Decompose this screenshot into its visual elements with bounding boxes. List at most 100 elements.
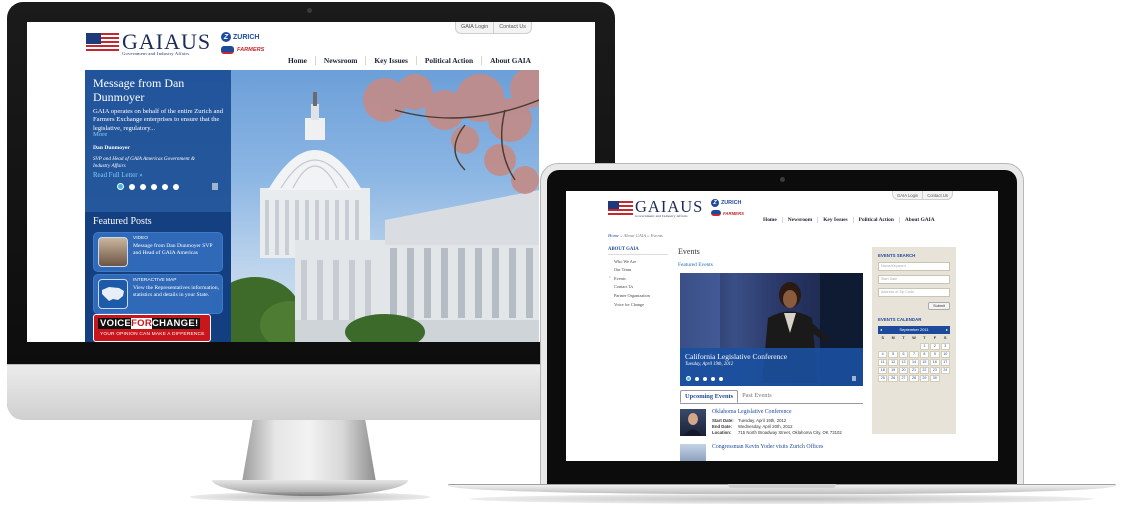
slide-dot[interactable] [151,183,157,190]
start-date-input[interactable]: Start Date [878,275,950,284]
calendar-day[interactable]: 5 [888,351,898,358]
calendar-day[interactable]: 14 [909,359,919,366]
calendar-day[interactable]: 23 [930,367,940,374]
nav-home[interactable]: Home [280,56,315,65]
nav-political-action[interactable]: Political Action [852,217,899,223]
left-nav-item-voice-for-change[interactable]: Voice for Change [608,302,668,307]
slide-dot[interactable] [173,183,179,190]
event-title[interactable]: Congressman Kevin Yoder visits Zurich Of… [712,444,823,450]
nav-newsroom[interactable]: Newsroom [314,56,366,65]
read-full-letter-link[interactable]: Read Full Letter » [93,172,143,179]
slide-dot[interactable] [162,183,168,190]
event-title[interactable]: Oklahoma Legislative Conference [712,409,792,415]
pause-icon[interactable] [212,183,218,190]
calendar-day[interactable]: 13 [898,359,909,366]
chevron-left-icon[interactable]: ◂ [880,326,882,334]
calendar-day[interactable]: 8 [919,351,930,358]
calendar-day[interactable]: 11 [878,359,888,366]
slide-dot[interactable] [719,376,723,381]
calendar-day[interactable]: 19 [888,367,898,374]
event-start-value: Tuesday, April 19th, 2012 [738,418,787,423]
calendar-day[interactable]: 18 [878,367,888,374]
calendar-day[interactable]: 21 [909,367,919,374]
calendar-day[interactable]: 7 [909,351,919,358]
calendar-empty-cell [899,343,908,350]
gaia-login-link[interactable]: GAIA Login [893,191,924,199]
calendar-day[interactable]: 17 [940,359,950,366]
gaia-login-link[interactable]: GAIA Login [456,22,495,33]
laptop-shadow [470,494,1094,504]
featured-posts-title: Featured Posts [93,216,152,227]
calendar-day[interactable]: 25 [878,375,888,382]
left-nav-item-who-we-are[interactable]: Who We Are [608,259,668,264]
chevron-right-icon[interactable]: ▸ [946,326,948,334]
featured-post-map[interactable]: INTERACTIVE MAP View the Representatives… [93,274,223,314]
nav-key-issues[interactable]: Key Issues [817,217,852,223]
search-submit-button[interactable]: Submit [928,302,950,310]
calendar-day[interactable]: 26 [888,375,898,382]
calendar-day[interactable]: 30 [930,375,940,382]
calendar-day[interactable]: 27 [898,375,909,382]
zip-code-input[interactable]: Address or Zip Code [878,288,950,297]
calendar-day[interactable]: 4 [878,351,888,358]
nav-about-gaia[interactable]: About GAIA [898,217,940,223]
slide-dot[interactable] [695,376,699,381]
keyword-input[interactable]: Name/Keyword [878,262,950,271]
left-nav-item-our-team[interactable]: Our Team [608,267,668,272]
pause-icon[interactable] [852,376,856,381]
breadcrumb-home[interactable]: Home [608,233,619,238]
event-list-item[interactable]: Congressman Kevin Yoder visits Zurich Of… [680,444,863,461]
nav-about-gaia[interactable]: About GAIA [481,56,539,65]
event-list-item[interactable]: Oklahoma Legislative Conference Start Da… [680,409,863,439]
calendar-day[interactable]: 2 [930,343,940,350]
hero-slide-dots [117,183,179,190]
us-map-icon [98,279,128,309]
calendar-weekday: M [891,336,895,340]
contact-us-link[interactable]: Contact Us [494,22,531,33]
calendar-day[interactable]: 29 [919,375,930,382]
calendar-day[interactable]: 15 [919,359,930,366]
zurich-label: ZURICH [233,33,260,41]
left-nav-item-events[interactable]: Events [608,275,668,281]
nav-newsroom[interactable]: Newsroom [781,217,817,223]
double-chevron-right-icon: » [139,172,143,179]
event-start-label: Start Date: [712,418,734,423]
hero-more-link[interactable]: More [93,131,107,138]
featured-posts: Featured Posts VIDEO Message from Dan Du… [85,212,231,342]
zurich-logo: Z ZURICH [711,199,741,207]
calendar-day[interactable]: 28 [909,375,919,382]
slide-dot[interactable] [117,183,124,190]
featured-post-video[interactable]: VIDEO Message from Dan Dunmoyer SVP and … [93,232,223,272]
calendar-day[interactable]: 16 [930,359,940,366]
featured-post-type: VIDEO [133,236,148,241]
tab-past-events[interactable]: Past Events [738,390,776,403]
calendar-weekday: T [923,336,926,340]
voice-for-change-banner[interactable]: VOICEFORCHANGE! YOUR OPINION CAN MAKE A … [93,314,211,342]
slide-dot[interactable] [140,183,146,190]
calendar-day[interactable]: 24 [940,367,950,374]
main-nav: Home Newsroom Key Issues Political Actio… [758,217,940,223]
calendar-day[interactable]: 20 [898,367,909,374]
nav-home[interactable]: Home [758,217,782,223]
slide-dot[interactable] [129,183,135,190]
left-nav-item-contact-us[interactable]: Contact Us [608,284,668,289]
calendar-day[interactable]: 6 [898,351,909,358]
calendar-day[interactable]: 22 [919,367,930,374]
calendar-day[interactable]: 1 [919,343,930,350]
events-calendar-heading: EVENTS CALENDAR [878,317,922,322]
calendar-day[interactable]: 9 [930,351,940,358]
calendar-day[interactable]: 12 [888,359,898,366]
events-tabs: Upcoming Events Past Events [680,390,863,404]
calendar-day[interactable]: 10 [940,351,950,358]
nav-political-action[interactable]: Political Action [415,56,481,65]
left-nav-item-partner-organization[interactable]: Partner Organization [608,293,668,298]
calendar-grid: S M T W T F S 1 2 3 4 5 6 7 8 9 10 11 12 13 14 15 16 17 18 19 20 21… [878,335,950,382]
tab-upcoming-events[interactable]: Upcoming Events [680,390,739,403]
slide-dot[interactable] [703,376,707,381]
contact-us-link[interactable]: Contact Us [923,191,952,199]
calendar-day[interactable]: 3 [940,343,950,350]
nav-key-issues[interactable]: Key Issues [365,56,415,65]
slide-dot[interactable] [711,376,715,381]
slide-dot[interactable] [686,376,691,381]
featured-event-slider[interactable]: California Legislative Conference Tuesda… [680,273,863,386]
